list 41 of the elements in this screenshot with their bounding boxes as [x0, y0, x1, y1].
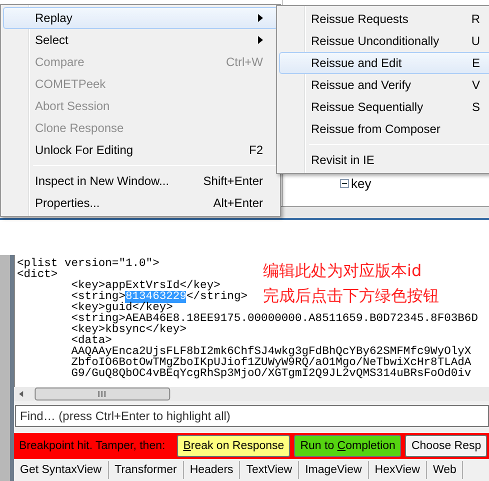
menu-item[interactable]: Reissue and Verify V — [279, 74, 489, 96]
breakpoint-button[interactable]: Choose Resp — [405, 435, 488, 457]
code-line: AAQAAyEnca2UjsFLF8bI2mk6ChfSJ4wkg3gFdBhQcYBy62SMFMfc9WyOlyX — [70, 347, 472, 358]
menu-item[interactable]: Revisit in IE — [279, 149, 489, 171]
code-line: <data> — [70, 336, 112, 347]
menu-item[interactable]: Reissue and Edit E — [279, 52, 489, 74]
view-tab[interactable]: Transformer — [108, 461, 184, 479]
menu-item[interactable]: Inspect in New Window... Shift+Enter — [3, 170, 278, 192]
view-tab[interactable]: Web — [426, 461, 464, 479]
breakpoint-message: Breakpoint hit. Tamper, then: — [19, 440, 166, 452]
view-tab[interactable]: Headers — [184, 461, 240, 479]
code-line: <dict> — [17, 270, 58, 281]
menu-item[interactable]: Properties... Alt+Enter — [3, 192, 278, 214]
view-tab[interactable]: HexView — [368, 461, 427, 479]
menu-item[interactable]: Reissue Sequentially S — [279, 96, 489, 118]
code-line: <key>appExtVrsId</key> — [70, 281, 220, 292]
code-line: <key>guid</key> — [70, 303, 173, 314]
code-line: ZbfoIO6BotOwTMgZboIKpUJiof1ZUWyW9RQ/aO1Mgo/NeTbwiXcHr8TLAdA — [70, 358, 472, 369]
horizontal-scrollbar[interactable] — [14, 387, 489, 401]
annotation-text: 编辑此处为对应版本id — [263, 261, 423, 282]
code-line: <plist version="1.0"> — [17, 259, 160, 270]
code-line: <key>kbsync</key> — [70, 325, 186, 336]
code-editor[interactable] — [14, 255, 489, 387]
menu-item[interactable]: Reissue Requests R — [279, 8, 489, 30]
breakpoint-button[interactable]: Run to Completion — [294, 435, 402, 457]
breakpoint-button[interactable]: Break on Response — [177, 435, 290, 457]
tree-node[interactable]: key — [340, 176, 372, 191]
menu-item[interactable]: Reissue from Composer — [279, 118, 489, 140]
menu-item[interactable]: Unlock For Editing F2 — [3, 139, 278, 161]
find-field[interactable]: Find… (press Ctrl+Enter to highlight all) — [15, 405, 489, 427]
code-line: <string>AEAB46E8.18EE9175.00000000.A8511659.B0D72345.8F03B6D — [70, 314, 478, 325]
menu-item[interactable]: Replay — [3, 7, 278, 29]
view-tab[interactable]: TextView — [240, 461, 300, 479]
view-tab[interactable]: Get SyntaxView — [14, 461, 109, 479]
code-line: G9/GuQ8QbOC4vBEqYcgRhSp3MjoO/XGTgmI2Q9JL2vQMS314uBRsFoOd0iv — [70, 369, 472, 380]
view-tab[interactable]: ImageView — [299, 461, 369, 479]
code-line: <string>813463229</string> — [70, 292, 248, 303]
menu-item[interactable]: Reissue Unconditionally U — [279, 30, 489, 52]
annotation-text: 完成后点击下方绿色按钮 — [263, 286, 439, 307]
collapse-icon[interactable] — [340, 179, 349, 188]
menu-item[interactable]: Select — [3, 29, 278, 51]
